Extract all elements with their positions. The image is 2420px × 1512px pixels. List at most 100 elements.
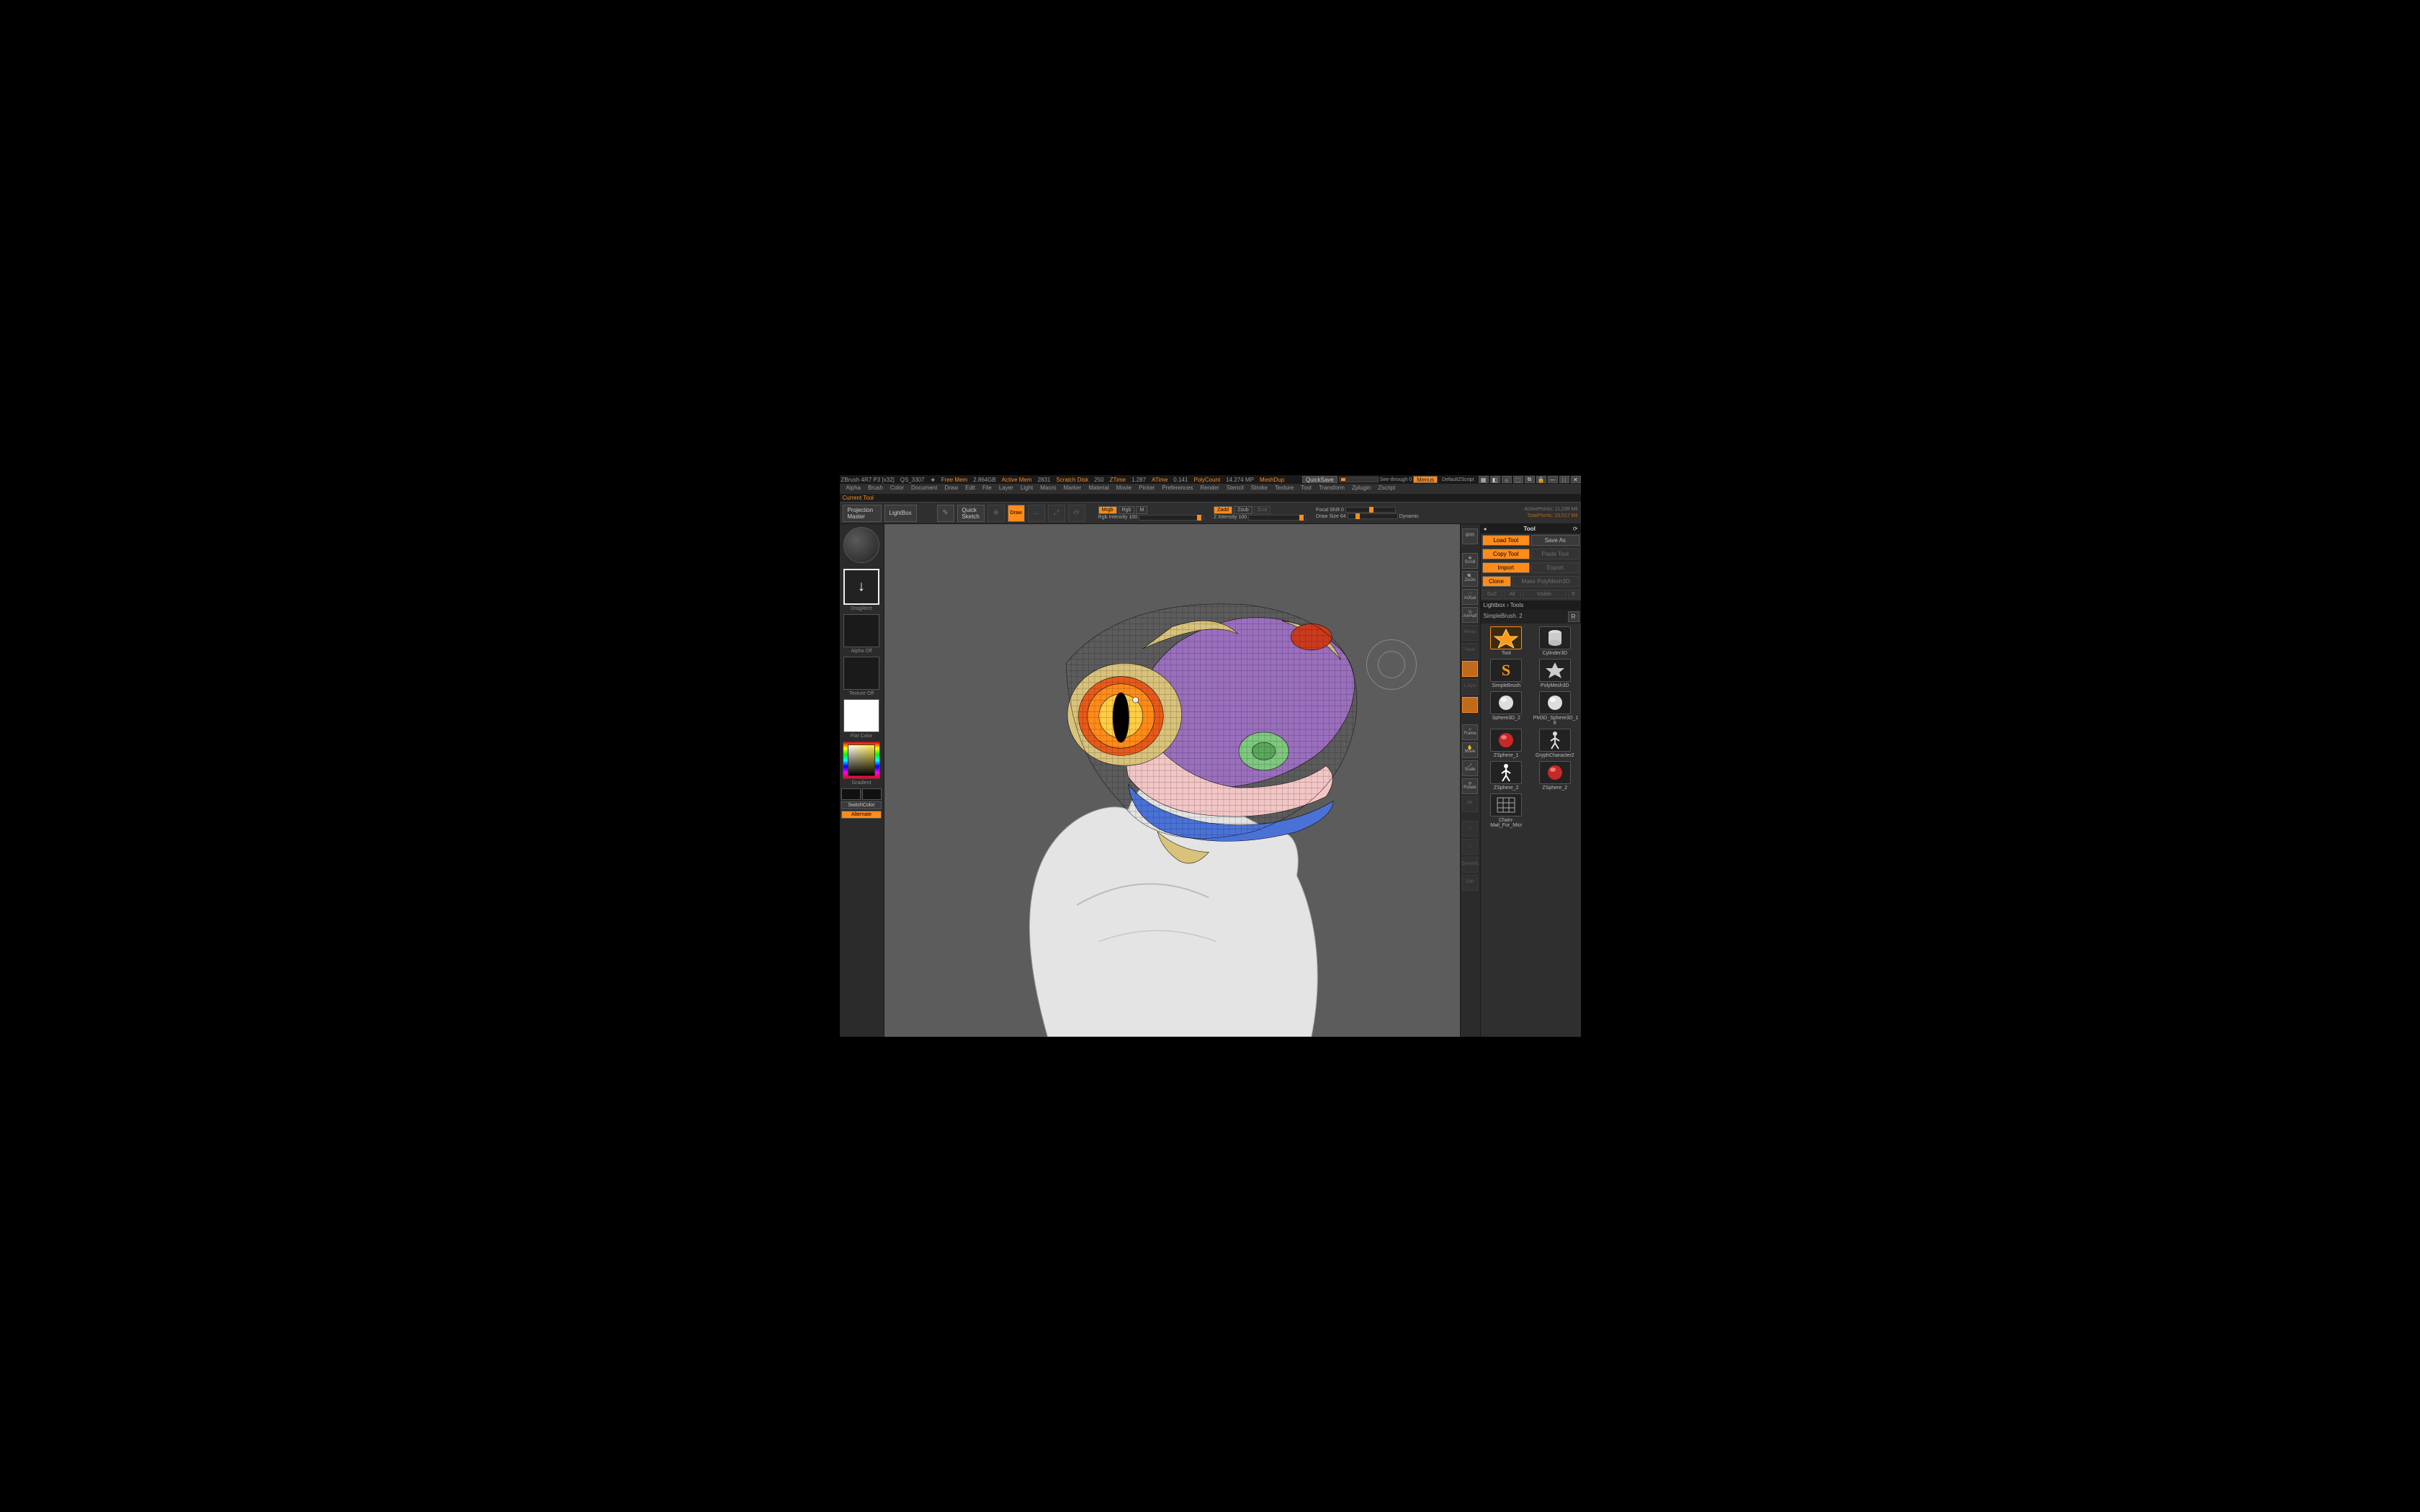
texture-thumb[interactable] [843,657,879,690]
alpha-thumb[interactable] [843,614,879,647]
visible-button[interactable]: Visible [1523,590,1567,599]
aahalf-button[interactable]: ½AAHalf [1462,607,1478,623]
saveas-button[interactable]: Save As [1531,535,1579,546]
rgb-chip[interactable]: Rgb [1119,506,1135,514]
lsym-button[interactable]: L.Sym [1462,679,1478,695]
zsub-chip[interactable]: Zsub [1234,506,1252,514]
menu-marker[interactable]: Marker [1059,484,1085,494]
menu-macro[interactable]: Macro [1036,484,1059,494]
menu-zscript[interactable]: Zscript [1374,484,1399,494]
pf-button[interactable]: PF [1462,796,1478,812]
menu-picker[interactable]: Picker [1135,484,1158,494]
menu-tool[interactable]: Tool [1297,484,1315,494]
alternate-button[interactable]: Alternate [841,811,882,819]
tbar-icon[interactable]: ▦ [1479,476,1489,483]
draw-button[interactable]: Draw [1008,505,1025,522]
lightbox-button[interactable]: LightBox [884,505,917,522]
slot-button[interactable]: ⬚ [1462,821,1478,837]
menu-draw[interactable]: Draw [941,484,962,494]
tbar-icon[interactable]: ☼ [1502,476,1512,483]
zadd-chip[interactable]: Zadd [1214,506,1232,514]
menu-document[interactable]: Document [908,484,941,494]
export-button[interactable]: Export [1531,562,1579,573]
rotate-nav-button[interactable]: ⟳Rotate [1462,778,1478,794]
menu-material[interactable]: Material [1085,484,1112,494]
scroll-button[interactable]: ✥Scroll [1462,553,1478,569]
defaultscript-button[interactable]: DefaultZScript [1439,477,1476,482]
import-button[interactable]: Import [1482,562,1531,573]
gradient-swatches[interactable] [841,788,882,800]
quicksketch-icon[interactable]: ✎ [937,505,954,522]
dynamic-button[interactable]: Dynamic [1462,857,1478,873]
tool-item[interactable]: SSimpleBrush [1484,659,1530,688]
tool-item[interactable]: PM3D_Sphere3D_1 8 [1532,691,1578,726]
move-button[interactable]: ↔ [1028,505,1045,522]
r-button[interactable]: R [1568,590,1579,599]
tool-item[interactable]: Chain-Mail_For_Micr [1484,793,1530,828]
canvas[interactable] [884,524,1460,1037]
menu-file[interactable]: File [979,484,995,494]
zoom-button[interactable]: 🔍Zoom [1462,571,1478,587]
mrgb-chip[interactable]: Mrgb [1098,506,1117,514]
bpr-button[interactable]: BPR [1462,528,1478,544]
makepolymesh-button[interactable]: Make PolyMesh3D [1512,576,1579,587]
maximize-button[interactable]: □ [1559,476,1569,483]
minimize-button[interactable]: — [1548,476,1558,483]
move-nav-button[interactable]: ✋Move [1462,742,1478,758]
menu-preferences[interactable]: Preferences [1158,484,1196,494]
floor-button[interactable]: Floor [1462,643,1478,659]
pastetool-button[interactable]: Paste Tool [1531,549,1579,559]
tbar-icon[interactable]: 🔒 [1536,476,1546,483]
menu-brush[interactable]: Brush [864,484,887,494]
close-button[interactable]: ✕ [1571,476,1581,483]
tool-item[interactable]: ZSphere_1 [1484,729,1530,758]
menu-render[interactable]: Render [1197,484,1223,494]
tool-item[interactable]: GryphCharacter2 [1532,729,1578,758]
menu-zplugin[interactable]: Zplugin [1348,484,1374,494]
color-picker[interactable] [843,742,880,779]
menu-movie[interactable]: Movie [1113,484,1135,494]
switchcolor-button[interactable]: SwitchColor [841,801,882,809]
quicksave-button[interactable]: QuickSave [1302,476,1337,483]
flatcolor-thumb[interactable] [843,699,879,732]
tool-item[interactable]: ZSphere_2 [1532,761,1578,791]
menu-light[interactable]: Light [1017,484,1036,494]
rgb-intensity-slider[interactable] [1139,515,1204,521]
focalshift-slider[interactable] [1345,507,1396,513]
edit-button[interactable]: ✥ [987,505,1005,522]
goz-button[interactable]: GoZ [1482,590,1502,599]
tool-item[interactable]: Tool [1484,626,1530,656]
material-swatch[interactable] [843,527,879,563]
projection-master-button[interactable]: Projection Master [843,505,882,522]
drawsize-slider[interactable] [1348,513,1398,519]
menus-button[interactable]: Menus [1413,476,1438,483]
clone-button[interactable]: Clone [1482,576,1511,587]
persp-button[interactable]: Persp [1462,625,1478,641]
menu-stencil[interactable]: Stencil [1223,484,1247,494]
tool-item[interactable]: Sphere3D_2 [1484,691,1530,726]
stroke-thumb[interactable]: ↓ [843,569,879,605]
dynamic-label[interactable]: Dynamic [1399,514,1419,519]
tbar-icon[interactable]: ⬚ [1513,476,1523,483]
collapse-icon[interactable]: ⟳ [1573,526,1578,532]
menu-stroke[interactable]: Stroke [1247,484,1271,494]
seethrough-slider[interactable] [1339,477,1379,482]
slot-button[interactable]: ⬚ [1462,839,1478,855]
tool-r-button[interactable]: R [1568,611,1579,622]
tool-panel-header[interactable]: ◂ Tool ⟳ [1481,524,1581,534]
loadtool-button[interactable]: Load Tool [1482,535,1531,546]
rotate-button[interactable]: ⟳ [1068,505,1085,522]
zcut-chip[interactable]: Zcut [1254,506,1271,514]
frame-button[interactable]: ✧Frame [1462,724,1478,740]
quicksketch-button[interactable]: Quick Sketch [957,505,985,522]
m-chip[interactable]: M [1136,506,1147,514]
xpose-button[interactable] [1462,697,1478,713]
tbar-icon[interactable]: ◧ [1490,476,1500,483]
tool-breadcrumb[interactable]: Lightbox › Tools [1481,600,1581,610]
tool-item[interactable]: PolyMesh3D [1532,659,1578,688]
copytool-button[interactable]: Copy Tool [1482,549,1531,559]
edit-button[interactable]: Edit [1462,875,1478,891]
tbar-icon[interactable]: ⧉ [1525,476,1535,483]
menu-edit[interactable]: Edit [962,484,979,494]
actual-button[interactable]: ⬚Actual [1462,589,1478,605]
